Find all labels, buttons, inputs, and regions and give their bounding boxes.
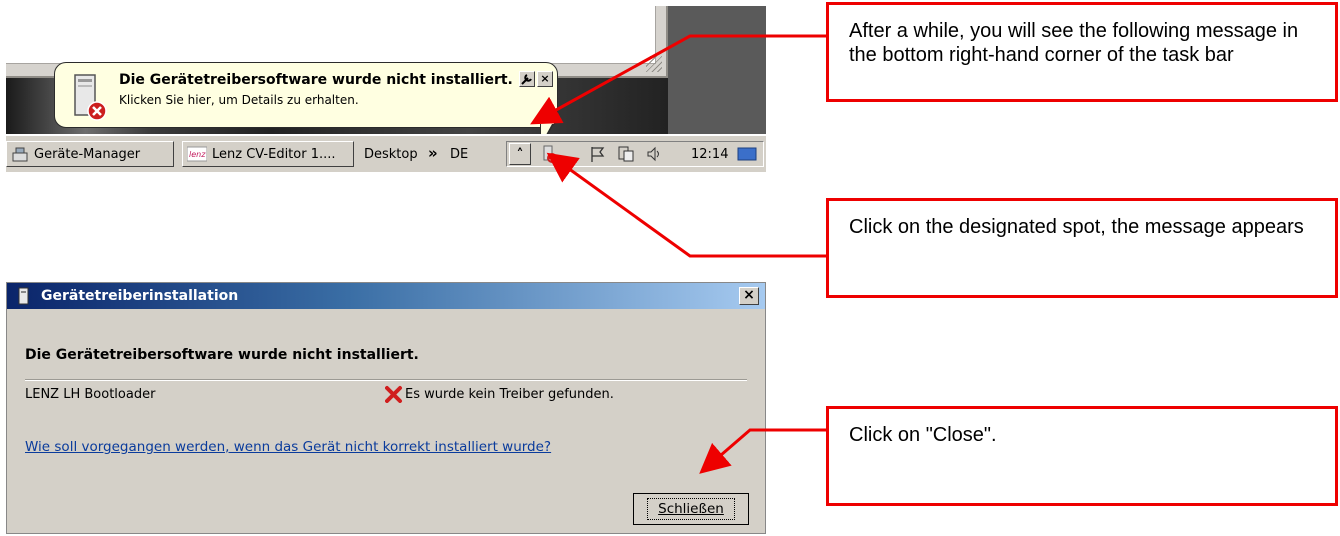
- help-link[interactable]: Wie soll vorgegangen werden, wenn das Ge…: [25, 439, 551, 455]
- dialog-close-x-button[interactable]: ×: [739, 287, 759, 305]
- notification-title: Die Gerätetreibersoftware wurde nicht in…: [119, 72, 513, 88]
- callout-notification: After a while, you will see the followin…: [826, 2, 1338, 102]
- taskbar: Geräte-Manager lenz Lenz CV-Editor 1....…: [6, 134, 766, 172]
- driver-status-text: Es wurde kein Treiber gefunden.: [405, 386, 614, 402]
- device-error-icon: [74, 74, 107, 121]
- taskbar-screenshot: Die Gerätetreibersoftware wurde nicht in…: [6, 6, 766, 184]
- toolbar-expand-icon[interactable]: »: [428, 144, 438, 162]
- desktop-background: [668, 6, 766, 134]
- close-button-label: Schließen: [647, 498, 735, 520]
- error-x-icon: [385, 386, 402, 403]
- driver-status: Es wurde kein Treiber gefunden.: [385, 385, 614, 403]
- driver-install-dialog: Gerätetreiberinstallation × Die Gerätetr…: [6, 282, 766, 534]
- taskbar-button-label: Geräte-Manager: [34, 146, 141, 162]
- callout-text: Click on "Close".: [849, 424, 997, 446]
- device-error-tray-icon[interactable]: [539, 144, 559, 164]
- svg-text:lenz: lenz: [189, 150, 206, 159]
- volume-icon[interactable]: [645, 145, 663, 163]
- lenz-app-icon: lenz: [187, 146, 207, 162]
- desktop-preview-icon[interactable]: [737, 146, 757, 162]
- system-tray: ˄ 12:14: [506, 141, 764, 167]
- taskbar-button-device-manager[interactable]: Geräte-Manager: [6, 141, 174, 167]
- callout-close: Click on "Close".: [826, 406, 1338, 506]
- notification-balloon[interactable]: Die Gerätetreibersoftware wurde nicht in…: [54, 62, 558, 128]
- settings-icon[interactable]: [519, 71, 535, 87]
- flag-icon[interactable]: [589, 145, 607, 163]
- callout-text: After a while, you will see the followin…: [849, 20, 1299, 66]
- tray-expand-button[interactable]: ˄: [509, 143, 531, 165]
- dialog-titlebar[interactable]: Gerätetreiberinstallation ×: [7, 283, 765, 309]
- device-manager-icon: [12, 147, 28, 162]
- device-name: LENZ LH Bootloader: [25, 387, 156, 402]
- window-icon: [18, 287, 29, 305]
- close-button[interactable]: Schließen: [633, 493, 749, 525]
- taskbar-button-label: Lenz CV-Editor 1....: [212, 146, 336, 162]
- callout-click-spot: Click on the designated spot, the messag…: [826, 198, 1338, 298]
- notification-close-button[interactable]: ×: [537, 71, 553, 87]
- dialog-title: Gerätetreiberinstallation: [41, 288, 239, 304]
- callout-text: Click on the designated spot, the messag…: [849, 216, 1304, 238]
- language-indicator[interactable]: DE: [450, 147, 468, 162]
- notification-message[interactable]: Klicken Sie hier, um Details zu erhalten…: [119, 93, 359, 107]
- desktop-toolbar-label[interactable]: Desktop: [364, 147, 418, 162]
- taskbar-button-lenz[interactable]: lenz Lenz CV-Editor 1....: [182, 141, 354, 167]
- network-icon[interactable]: [617, 145, 635, 163]
- divider: [25, 379, 747, 381]
- resize-grip[interactable]: [646, 56, 662, 72]
- dialog-heading: Die Gerätetreibersoftware wurde nicht in…: [25, 347, 419, 363]
- clock[interactable]: 12:14: [691, 147, 728, 162]
